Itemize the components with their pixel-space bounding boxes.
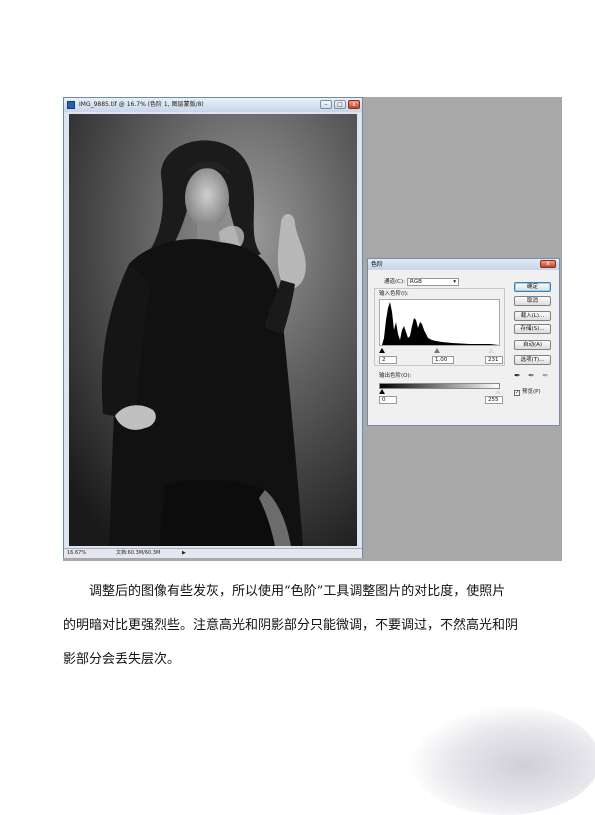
maximize-button[interactable]: □ bbox=[334, 100, 346, 109]
options-button[interactable]: 选项(T)... bbox=[514, 355, 551, 365]
levels-close-button[interactable]: x bbox=[540, 260, 556, 268]
channel-select[interactable]: RGB ▾ bbox=[407, 278, 459, 286]
ok-button[interactable]: 确定 bbox=[514, 282, 551, 292]
histogram-graph bbox=[380, 302, 499, 345]
channel-value: RGB bbox=[410, 279, 422, 285]
paragraph-line: 影部分会丢失层次。 bbox=[63, 652, 181, 667]
output-white-slider[interactable] bbox=[495, 389, 501, 394]
document-size: 文档:60.3M/60.3M bbox=[116, 550, 161, 556]
chevron-down-icon: ▾ bbox=[453, 279, 456, 285]
preview-label: 预览(P) bbox=[522, 389, 541, 395]
histogram bbox=[379, 299, 500, 346]
zoom-level[interactable]: 16.67% bbox=[67, 549, 86, 558]
status-menu-arrow-icon[interactable]: ▶ bbox=[182, 549, 186, 558]
auto-button[interactable]: 自动(A) bbox=[514, 340, 551, 350]
output-levels-label: 输出色阶(O): bbox=[379, 373, 412, 379]
output-gradient-ramp bbox=[379, 383, 500, 389]
portrait-photo[interactable] bbox=[69, 114, 357, 546]
input-black-field[interactable]: 2 bbox=[379, 356, 397, 364]
input-levels-label: 输入色阶(I): bbox=[379, 291, 409, 297]
channel-label: 通道(C): bbox=[384, 279, 405, 285]
input-gamma-field[interactable]: 1.00 bbox=[432, 356, 454, 364]
document-title-bar[interactable]: IMG_9885.tif @ 16.7% (色阶 1, 图层蒙版/8) – □ … bbox=[64, 98, 362, 112]
paragraph-line: 调整后的图像有些发灰，所以使用“色阶”工具调整图片的对比度，使照片 bbox=[89, 584, 506, 599]
input-white-slider[interactable] bbox=[488, 348, 494, 353]
close-button[interactable]: x bbox=[348, 100, 360, 109]
minimize-button[interactable]: – bbox=[320, 100, 332, 109]
preview-checkbox[interactable]: ✓ bbox=[514, 390, 520, 396]
document-title: IMG_9885.tif @ 16.7% (色阶 1, 图层蒙版/8) bbox=[79, 101, 204, 108]
portrait-photo-image bbox=[69, 114, 357, 546]
levels-title: 色阶 bbox=[371, 261, 384, 268]
document-window[interactable]: IMG_9885.tif @ 16.7% (色阶 1, 图层蒙版/8) – □ … bbox=[63, 97, 363, 558]
load-button[interactable]: 载入(L)... bbox=[514, 311, 551, 321]
save-button[interactable]: 存储(S)... bbox=[514, 324, 551, 334]
levels-title-bar[interactable]: 色阶 x bbox=[368, 259, 559, 270]
cancel-button[interactable]: 取消 bbox=[514, 296, 551, 306]
paragraph-line: 的明暗对比更强烈些。注意高光和阴影部分只能微调，不要调过，不然高光和阴 bbox=[63, 618, 519, 633]
output-white-field[interactable]: 255 bbox=[485, 396, 503, 404]
output-black-slider[interactable] bbox=[379, 389, 385, 394]
gray-eyedropper-icon[interactable]: ✒ bbox=[528, 372, 535, 380]
page-corner-shadow bbox=[410, 705, 595, 815]
input-black-slider[interactable] bbox=[379, 348, 385, 353]
output-black-field[interactable]: 0 bbox=[379, 396, 397, 404]
body-paragraph: 调整后的图像有些发灰，所以使用“色阶”工具调整图片的对比度，使照片 的明暗对比更… bbox=[63, 575, 553, 677]
photoshop-doc-icon bbox=[67, 101, 75, 109]
input-gamma-slider[interactable] bbox=[434, 348, 440, 353]
black-eyedropper-icon[interactable]: ✒ bbox=[514, 372, 521, 380]
input-white-field[interactable]: 231 bbox=[485, 356, 503, 364]
white-eyedropper-icon[interactable]: ✒ bbox=[542, 372, 549, 380]
document-status-bar: 16.67% 文档:60.3M/60.3M ▶ bbox=[64, 548, 362, 558]
